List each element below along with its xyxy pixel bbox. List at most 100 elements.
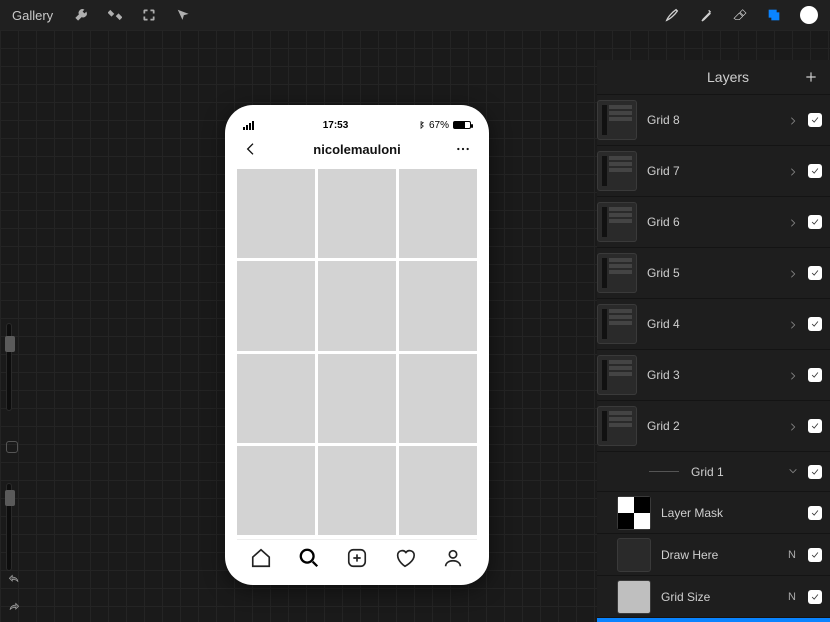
layer-label: Grid 1 bbox=[691, 465, 788, 479]
layer-thumb bbox=[597, 406, 637, 446]
top-toolbar-right bbox=[664, 6, 818, 24]
visibility-checkbox[interactable] bbox=[808, 419, 822, 433]
visibility-checkbox[interactable] bbox=[808, 215, 822, 229]
layer-layer-mask[interactable]: Layer Mask bbox=[597, 491, 830, 533]
wrench-icon[interactable] bbox=[73, 7, 89, 23]
status-right: 67% bbox=[417, 120, 471, 131]
signal-icon bbox=[243, 121, 254, 130]
canvas-area[interactable]: 17:53 67% nicolemauloni bbox=[0, 30, 830, 622]
grid-cell bbox=[399, 169, 477, 258]
layer-layer1[interactable]: Layer 1 N bbox=[597, 617, 830, 622]
layers-list[interactable]: Grid 8 Grid 7 Grid 6 Grid 5 bbox=[597, 94, 830, 622]
layer-thumb bbox=[617, 496, 651, 530]
chevron-right-icon[interactable] bbox=[788, 115, 798, 125]
slider-thumb[interactable] bbox=[5, 490, 15, 506]
blend-mode-badge[interactable]: N bbox=[786, 591, 798, 603]
layers-panel: Layers Grid 8 Grid 7 Grid 6 bbox=[597, 60, 830, 622]
blend-mode-badge[interactable]: N bbox=[786, 549, 798, 561]
layer-group-grid7[interactable]: Grid 7 bbox=[597, 145, 830, 196]
layer-group-grid5[interactable]: Grid 5 bbox=[597, 247, 830, 298]
opacity-slider[interactable] bbox=[6, 483, 12, 571]
phone-nav-header: nicolemauloni bbox=[237, 133, 477, 165]
undo-icon[interactable] bbox=[6, 572, 22, 588]
chevron-down-icon[interactable] bbox=[788, 465, 798, 479]
smudge-icon[interactable] bbox=[698, 7, 714, 23]
layers-title: Layers bbox=[707, 69, 749, 85]
layer-label: Grid 7 bbox=[647, 164, 778, 178]
arrow-icon[interactable] bbox=[175, 7, 191, 23]
layer-label: Grid 5 bbox=[647, 266, 778, 280]
layer-thumb bbox=[597, 100, 637, 140]
grid-cell bbox=[237, 261, 315, 350]
layer-label: Layer Mask bbox=[661, 506, 776, 520]
layer-draw-here[interactable]: Draw Here N bbox=[597, 533, 830, 575]
status-time: 17:53 bbox=[323, 120, 349, 131]
visibility-checkbox[interactable] bbox=[808, 317, 822, 331]
profile-icon[interactable] bbox=[442, 547, 464, 569]
layer-label: Grid 4 bbox=[647, 317, 778, 331]
visibility-checkbox[interactable] bbox=[808, 548, 822, 562]
visibility-checkbox[interactable] bbox=[808, 465, 822, 479]
layer-group-grid2[interactable]: Grid 2 bbox=[597, 400, 830, 451]
gallery-button[interactable]: Gallery bbox=[12, 8, 53, 23]
color-swatch[interactable] bbox=[800, 6, 818, 24]
layer-group-grid3[interactable]: Grid 3 bbox=[597, 349, 830, 400]
layer-thumb bbox=[617, 538, 651, 572]
new-post-icon[interactable] bbox=[346, 547, 368, 569]
modifier-button[interactable] bbox=[6, 441, 18, 453]
bluetooth-icon bbox=[417, 121, 425, 129]
chevron-right-icon[interactable] bbox=[788, 319, 798, 329]
selection-icon[interactable] bbox=[141, 7, 157, 23]
back-icon[interactable] bbox=[243, 141, 259, 157]
top-toolbar-left: Gallery bbox=[12, 7, 191, 23]
layer-group-grid1[interactable]: Grid 1 bbox=[597, 451, 830, 491]
layer-grid-size[interactable]: Grid Size N bbox=[597, 575, 830, 617]
layer-label: Draw Here bbox=[661, 548, 776, 562]
top-toolbar: Gallery bbox=[0, 0, 830, 30]
layer-group-grid6[interactable]: Grid 6 bbox=[597, 196, 830, 247]
profile-username: nicolemauloni bbox=[313, 142, 400, 157]
home-icon[interactable] bbox=[250, 547, 272, 569]
bottom-left-tools bbox=[6, 572, 22, 616]
search-icon[interactable] bbox=[298, 547, 320, 569]
layer-label: Grid 6 bbox=[647, 215, 778, 229]
visibility-checkbox[interactable] bbox=[808, 506, 822, 520]
grid-cell bbox=[318, 169, 396, 258]
heart-icon[interactable] bbox=[394, 547, 416, 569]
visibility-checkbox[interactable] bbox=[808, 113, 822, 127]
layer-group-grid8[interactable]: Grid 8 bbox=[597, 94, 830, 145]
adjust-icon[interactable] bbox=[107, 7, 123, 23]
visibility-checkbox[interactable] bbox=[808, 368, 822, 382]
visibility-checkbox[interactable] bbox=[808, 590, 822, 604]
grid-cell bbox=[318, 261, 396, 350]
phone-tabbar bbox=[237, 539, 477, 575]
visibility-checkbox[interactable] bbox=[808, 266, 822, 280]
chevron-right-icon[interactable] bbox=[788, 370, 798, 380]
chevron-right-icon[interactable] bbox=[788, 421, 798, 431]
grid-cell bbox=[399, 446, 477, 535]
more-icon[interactable] bbox=[455, 141, 471, 157]
redo-icon[interactable] bbox=[6, 600, 22, 616]
layer-thumb bbox=[597, 253, 637, 293]
layer-label: Grid 3 bbox=[647, 368, 778, 382]
chevron-right-icon[interactable] bbox=[788, 166, 798, 176]
layers-icon[interactable] bbox=[766, 7, 782, 23]
eraser-icon[interactable] bbox=[732, 7, 748, 23]
add-layer-icon[interactable] bbox=[804, 70, 818, 84]
grid-cell bbox=[399, 354, 477, 443]
left-sidebar-sliders bbox=[6, 323, 18, 571]
layer-group-grid4[interactable]: Grid 4 bbox=[597, 298, 830, 349]
brush-icon[interactable] bbox=[664, 7, 680, 23]
layer-label: Grid 8 bbox=[647, 113, 778, 127]
chevron-right-icon[interactable] bbox=[788, 217, 798, 227]
layers-header: Layers bbox=[597, 60, 830, 94]
brush-size-slider[interactable] bbox=[6, 323, 12, 411]
battery-icon bbox=[453, 121, 471, 129]
grid-cell bbox=[237, 354, 315, 443]
slider-thumb[interactable] bbox=[5, 336, 15, 352]
layer-thumb bbox=[597, 151, 637, 191]
phone-mockup: 17:53 67% nicolemauloni bbox=[225, 105, 489, 585]
chevron-right-icon[interactable] bbox=[788, 268, 798, 278]
layer-label: Grid Size bbox=[661, 590, 776, 604]
visibility-checkbox[interactable] bbox=[808, 164, 822, 178]
